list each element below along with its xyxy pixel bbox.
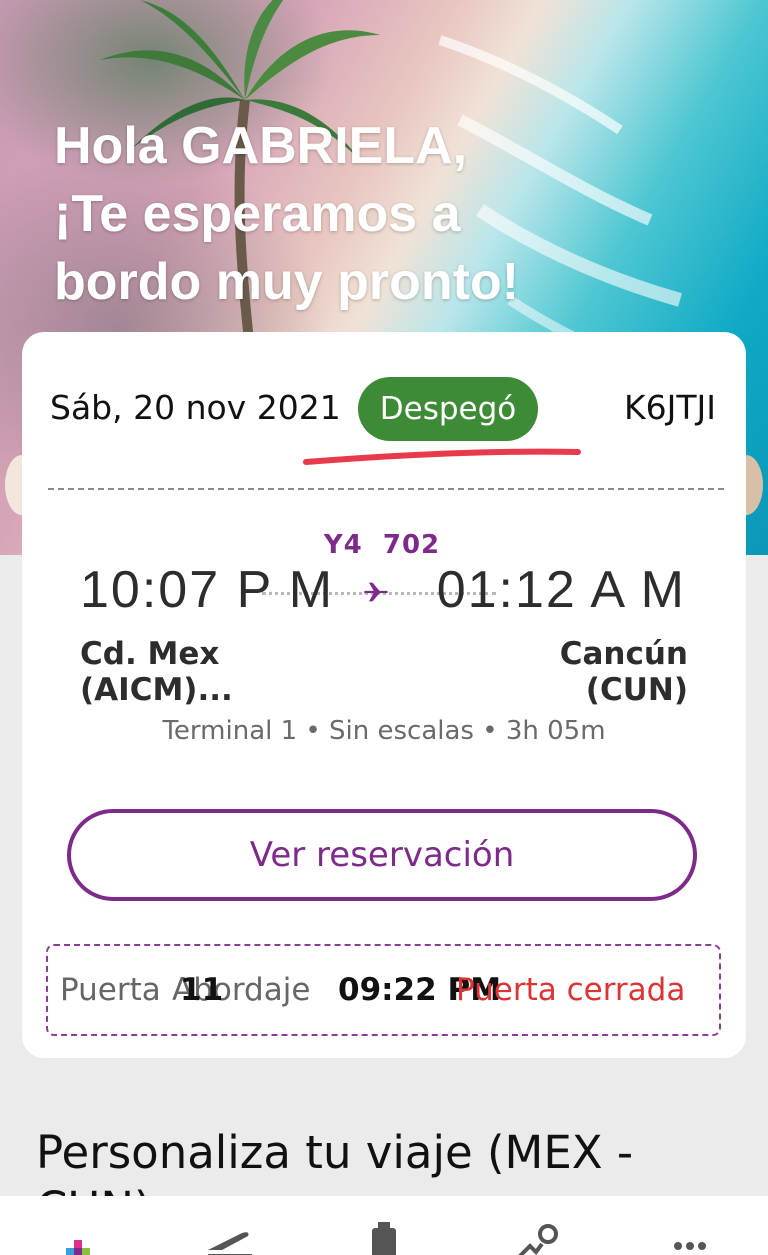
home-icon[interactable] [48,1218,108,1255]
flight-number: Y4 702 [323,530,441,560]
destination-airport-code: (CUN) [585,672,688,708]
status-badge: Despegó [358,377,538,441]
greeting-line-2: ¡Te esperamos a [54,185,461,243]
origin-city: Cd. Mex (AICM)... [80,636,233,708]
gate-value: 11 [180,972,224,1008]
departure-time: 10:07 P M [80,561,335,619]
destination-city-name: Cancún [559,636,688,672]
dashed-divider [48,488,724,490]
more-icon[interactable] [660,1218,720,1255]
flight-icon[interactable] [200,1218,260,1255]
bag-icon[interactable] [354,1218,414,1255]
greeting-text: Hola GABRIELA, ¡Te esperamos a bordo muy… [54,112,614,316]
greeting-line-1: Hola GABRIELA, [54,117,468,175]
arrival-time: 01:12 A M [436,561,686,619]
plane-icon [364,582,388,602]
reservation-code: K6JTJI [624,388,716,427]
origin-airport-code: (AICM)... [80,672,233,708]
bottom-tab-bar [0,1196,768,1255]
gate-label: Puerta [60,972,161,1008]
view-reservation-button[interactable]: Ver reservación [67,809,697,901]
red-underline-annotation [303,448,581,465]
section-title: Personaliza tu viaje (MEX - [36,1126,634,1179]
destination-city: Cancún (CUN) [560,636,688,708]
check-in-icon[interactable] [508,1218,568,1255]
greeting-line-3: bordo muy pronto! [54,253,520,311]
origin-city-name: Cd. Mex [80,636,220,672]
flight-details: Terminal 1 • Sin escalas • 3h 05m [162,716,606,746]
gate-status: Puerta cerrada [456,972,686,1008]
flight-date: Sáb, 20 nov 2021 [50,388,341,427]
